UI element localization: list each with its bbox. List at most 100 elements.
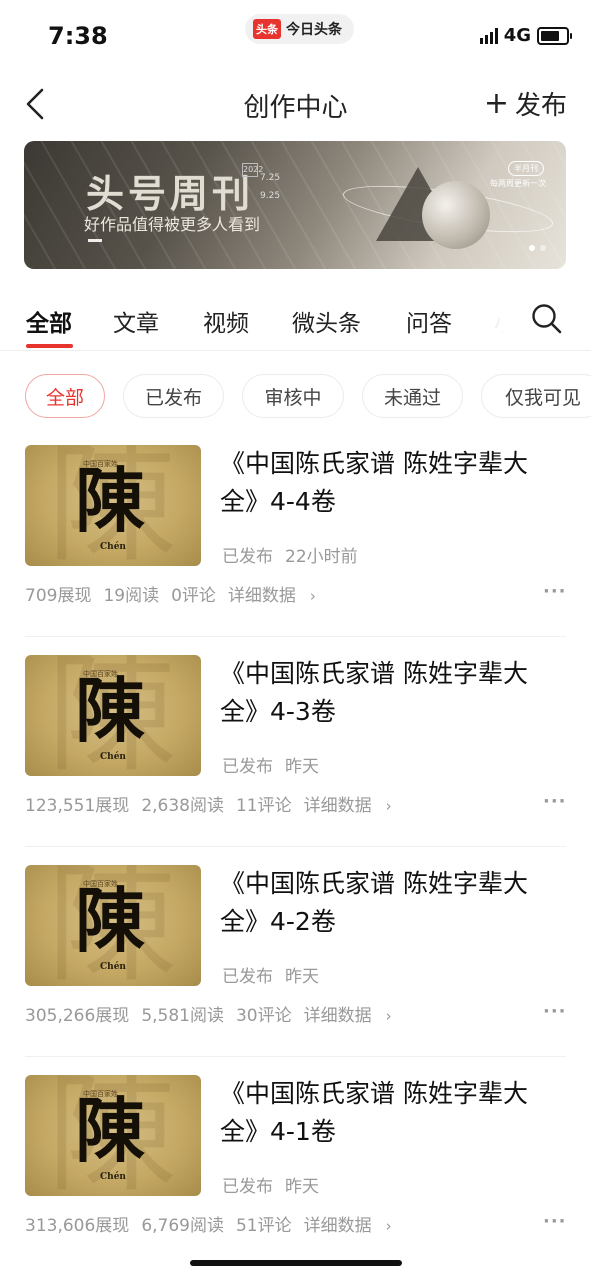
active-tab-indicator	[26, 344, 73, 348]
filter-published[interactable]: 已发布	[123, 374, 224, 418]
item-thumbnail[interactable]: 陳 中国百家姓 陳 Chén	[25, 655, 201, 776]
banner-dates: 7.25 9.25	[260, 169, 280, 205]
filter-rejected[interactable]: 未通过	[362, 374, 463, 418]
item-meta: 已发布 昨天	[222, 1172, 319, 1197]
item-comments: 0评论	[171, 586, 216, 606]
detail-data-label: 详细数据	[303, 1216, 372, 1236]
detail-data-label: 详细数据	[227, 586, 296, 606]
item-meta: 已发布 昨天	[222, 752, 319, 777]
item-divider	[25, 846, 566, 847]
thumbnail-pinyin: Chén	[100, 542, 126, 552]
banner-year: 2022	[242, 163, 263, 177]
search-icon	[532, 304, 562, 334]
battery-icon	[537, 26, 572, 45]
tab-articles[interactable]: 文章	[113, 304, 159, 338]
banner-dot	[540, 245, 546, 251]
item-reads: 5,581阅读	[141, 1006, 224, 1026]
status-time: 7:38	[48, 22, 108, 50]
more-options-icon[interactable]: ···	[543, 791, 567, 812]
item-meta: 已发布 昨天	[222, 962, 319, 987]
thumbnail-pinyin: Chén	[100, 962, 126, 972]
item-title[interactable]: 《中国陈氏家谱 陈姓字辈大全》4-2卷	[220, 865, 565, 941]
thumbnail-pinyin: Chén	[100, 752, 126, 762]
detail-data-label: 详细数据	[303, 1006, 372, 1026]
detail-data-link[interactable]: 详细数据 ›	[304, 1211, 404, 1236]
item-status: 已发布	[222, 547, 273, 567]
item-time: 22小时前	[285, 547, 358, 567]
banner-date-end: 9.25	[260, 191, 281, 201]
item-reads: 6,769阅读	[141, 1216, 224, 1236]
item-title[interactable]: 《中国陈氏家谱 陈姓字辈大全》4-1卷	[220, 1075, 565, 1151]
item-reads: 2,638阅读	[141, 796, 224, 816]
detail-data-link[interactable]: 详细数据 ›	[228, 581, 328, 606]
thumbnail-pinyin: Chén	[100, 1172, 126, 1182]
banner-dash	[88, 239, 102, 242]
more-options-icon[interactable]: ···	[543, 1211, 567, 1232]
filter-all[interactable]: 全部	[25, 374, 105, 418]
item-time: 昨天	[285, 1177, 319, 1197]
list-item[interactable]: 陳 中国百家姓 陳 Chén 《中国陈氏家谱 陈姓字辈大全》4-1卷 已发布 昨天…	[0, 1075, 591, 1285]
chevron-right-icon: ›	[385, 797, 392, 815]
status-filter-chips: 全部 已发布 审核中 未通过 仅我可见	[0, 374, 591, 420]
item-comments: 30评论	[235, 1006, 292, 1026]
publish-label: 发布	[514, 91, 567, 121]
item-divider	[25, 1056, 566, 1057]
banner-tag-sub: 每两周更新一次	[490, 179, 546, 188]
banner-date-start: 7.25	[260, 173, 281, 183]
filter-private[interactable]: 仅我可见	[481, 374, 591, 418]
chevron-right-icon: ›	[385, 1217, 392, 1235]
thumbnail-character: 陳	[75, 1089, 145, 1172]
item-impressions: 305,266展现	[25, 1006, 130, 1026]
tab-all[interactable]: 全部	[26, 304, 72, 338]
tab-videos[interactable]: 视频	[203, 304, 249, 338]
tab-micro-posts[interactable]: 微头条	[292, 304, 361, 338]
item-impressions: 313,606展现	[25, 1216, 130, 1236]
banner-subtitle: 好作品值得被更多人看到	[84, 215, 261, 234]
item-title[interactable]: 《中国陈氏家谱 陈姓字辈大全》4-4卷	[220, 445, 565, 521]
item-comments: 11评论	[235, 796, 292, 816]
item-meta: 已发布 22小时前	[222, 542, 358, 567]
app-indicator-pill[interactable]: 头条 今日头条	[245, 14, 354, 44]
item-title[interactable]: 《中国陈氏家谱 陈姓字辈大全》4-3卷	[220, 655, 565, 731]
nav-bar: 创作中心 + 发布	[0, 70, 591, 136]
item-stats: 709展现 19阅读 0评论 详细数据 ›	[25, 581, 332, 606]
more-options-icon[interactable]: ···	[543, 1001, 567, 1022]
banner-tag: 半月刊	[508, 161, 544, 176]
detail-data-link[interactable]: 详细数据 ›	[304, 791, 404, 816]
item-stats: 305,266展现 5,581阅读 30评论 详细数据 ›	[25, 1001, 408, 1026]
list-item[interactable]: 陳 中国百家姓 陳 Chén 《中国陈氏家谱 陈姓字辈大全》4-3卷 已发布 昨天…	[0, 655, 591, 865]
more-options-icon[interactable]: ···	[543, 581, 567, 602]
item-thumbnail[interactable]: 陳 中国百家姓 陳 Chén	[25, 445, 201, 566]
list-item[interactable]: 陳 中国百家姓 陳 Chén 《中国陈氏家谱 陈姓字辈大全》4-4卷 已发布 22…	[0, 445, 591, 655]
filter-under-review[interactable]: 审核中	[242, 374, 344, 418]
detail-data-link[interactable]: 详细数据 ›	[304, 1001, 404, 1026]
item-status: 已发布	[222, 967, 273, 987]
banner-title: 头号周刊	[86, 171, 255, 216]
tab-qa[interactable]: 问答	[406, 304, 452, 338]
thumbnail-character: 陳	[75, 879, 145, 962]
chevron-right-icon: ›	[385, 1007, 392, 1025]
tabs-fade	[470, 290, 520, 348]
network-type: 4G	[503, 25, 531, 46]
publish-button[interactable]: + 发布	[484, 85, 567, 122]
chevron-right-icon: ›	[309, 587, 316, 605]
status-bar: 7:38 头条 今日头条 4G	[0, 0, 591, 70]
item-thumbnail[interactable]: 陳 中国百家姓 陳 Chén	[25, 1075, 201, 1196]
banner-dot-active	[529, 245, 535, 251]
item-thumbnail[interactable]: 陳 中国百家姓 陳 Chén	[25, 865, 201, 986]
item-status: 已发布	[222, 1177, 273, 1197]
home-indicator[interactable]	[190, 1260, 402, 1266]
category-tabs: 全部 文章 视频 微头条 问答 小	[0, 290, 591, 351]
item-divider	[25, 636, 566, 637]
item-reads: 19阅读	[103, 586, 160, 606]
detail-data-label: 详细数据	[303, 796, 372, 816]
promo-banner[interactable]: 头号周刊 2022 7.25 9.25 好作品值得被更多人看到 半月刊 每两周更…	[24, 141, 566, 269]
item-impressions: 709展现	[25, 586, 92, 606]
thumbnail-character: 陳	[75, 459, 145, 542]
item-time: 昨天	[285, 757, 319, 777]
item-status: 已发布	[222, 757, 273, 777]
thumbnail-character: 陳	[75, 669, 145, 752]
item-stats: 313,606展现 6,769阅读 51评论 详细数据 ›	[25, 1211, 408, 1236]
search-button[interactable]	[530, 302, 564, 336]
list-item[interactable]: 陳 中国百家姓 陳 Chén 《中国陈氏家谱 陈姓字辈大全》4-2卷 已发布 昨天…	[0, 865, 591, 1075]
